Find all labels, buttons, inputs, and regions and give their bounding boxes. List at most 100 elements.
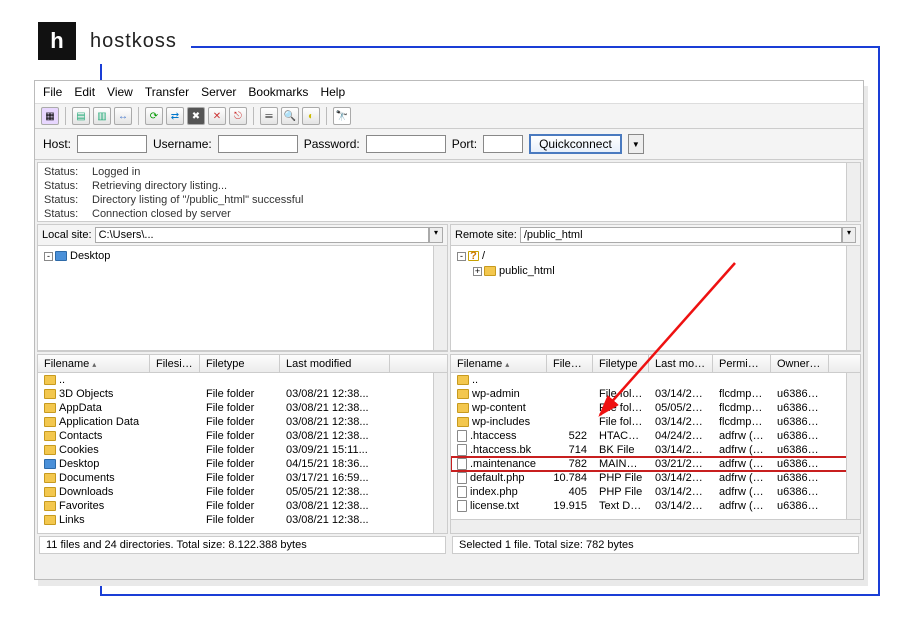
folder-icon [44, 459, 56, 469]
file-row[interactable]: DownloadsFile folder05/05/21 12:38... [38, 485, 447, 499]
expand-icon[interactable]: + [473, 267, 482, 276]
remote-files-scrollbar[interactable] [846, 373, 860, 519]
tb-search-icon[interactable]: 🔍 [281, 107, 299, 125]
menu-bookmarks[interactable]: Bookmarks [248, 85, 308, 99]
tree-node[interactable]: - Desktop [44, 249, 441, 264]
file-row[interactable]: ContactsFile folder03/08/21 12:38... [38, 429, 447, 443]
file-row[interactable]: .. [451, 373, 860, 387]
file-row[interactable]: 3D ObjectsFile folder03/08/21 12:38... [38, 387, 447, 401]
folder-icon [55, 251, 67, 261]
remote-columns[interactable]: Filename ▴FilesizeFiletypeLast modifi...… [451, 355, 860, 373]
menu-file[interactable]: File [43, 85, 62, 99]
quickconnect-dropdown[interactable]: ▼ [628, 134, 644, 154]
local-files-scrollbar[interactable] [433, 373, 447, 533]
col-last-modified[interactable]: Last modified [280, 355, 390, 373]
remote-path-dropdown[interactable]: ▾ [842, 227, 856, 243]
remote-hscrollbar[interactable] [451, 519, 860, 533]
file-row[interactable]: .maintenance782MAINTE...03/21/21 1...adf… [451, 457, 860, 471]
remote-file-listing: Filename ▴FilesizeFiletypeLast modifi...… [450, 354, 861, 534]
file-row[interactable]: wp-includesFile folder03/14/21 1...flcdm… [451, 415, 860, 429]
file-row[interactable]: CookiesFile folder03/09/21 15:11... [38, 443, 447, 457]
remote-file-body[interactable]: ..wp-adminFile folder03/14/21 1...flcdmp… [451, 373, 860, 519]
local-path-dropdown[interactable]: ▾ [429, 227, 443, 243]
local-file-body[interactable]: ..3D ObjectsFile folder03/08/21 12:38...… [38, 373, 447, 533]
remote-tree[interactable]: -?/+public_html [451, 246, 860, 351]
tree-node[interactable]: -?/ [457, 249, 854, 264]
file-row[interactable]: Application DataFile folder03/08/21 12:3… [38, 415, 447, 429]
tb-toggle2-icon[interactable]: ▥ [93, 107, 111, 125]
col-filesize[interactable]: Filesize [547, 355, 593, 373]
file-row[interactable]: index.php405PHP File03/14/21 1...adfrw (… [451, 485, 860, 499]
file-row[interactable]: license.txt19.915Text Doc...03/14/21 1..… [451, 499, 860, 513]
file-row[interactable]: wp-adminFile folder03/14/21 1...flcdmpe … [451, 387, 860, 401]
port-input[interactable] [483, 135, 523, 153]
folder-icon [44, 389, 56, 399]
file-icon [457, 444, 467, 456]
file-row[interactable]: .. [38, 373, 447, 387]
folder-icon [44, 431, 56, 441]
file-row[interactable]: .htaccess.bk714BK File03/14/21 1...adfrw… [451, 443, 860, 457]
tb-disconnect-icon[interactable]: ✕ [208, 107, 226, 125]
tb-queue-icon[interactable]: ↔ [114, 107, 132, 125]
file-row[interactable]: FavoritesFile folder03/08/21 12:38... [38, 499, 447, 513]
toolbar: ▦ ▤ ▥ ↔ ⟳ ⇄ ✖ ✕ ⎋ 𝍢 🔍 ◐ 🔭 [35, 104, 863, 129]
log-label: Status: [44, 193, 92, 207]
tb-compare-icon[interactable]: ◐ [302, 107, 320, 125]
tree-node[interactable]: +public_html [457, 264, 854, 279]
menu-transfer[interactable]: Transfer [145, 85, 189, 99]
tb-toggle1-icon[interactable]: ▤ [72, 107, 90, 125]
tb-refresh-icon[interactable]: ⟳ [145, 107, 163, 125]
menu-edit[interactable]: Edit [74, 85, 95, 99]
file-row[interactable]: LinksFile folder03/08/21 12:38... [38, 513, 447, 527]
log-label: Status: [44, 207, 92, 221]
file-row[interactable]: DocumentsFile folder03/17/21 16:59... [38, 471, 447, 485]
message-log[interactable]: Status:Logged inStatus:Retrieving direct… [37, 162, 861, 222]
tb-find-icon[interactable]: 🔭 [333, 107, 351, 125]
col-filetype[interactable]: Filetype [593, 355, 649, 373]
log-scrollbar[interactable] [846, 163, 860, 221]
file-row[interactable]: AppDataFile folder03/08/21 12:38... [38, 401, 447, 415]
expand-icon[interactable]: - [457, 252, 466, 261]
brand-logo: h hostkoss [38, 18, 191, 64]
col-filesize[interactable]: Filesize [150, 355, 200, 373]
file-icon [457, 458, 467, 470]
local-status-bar: 11 files and 24 directories. Total size:… [39, 536, 446, 554]
tb-processqueue-icon[interactable]: ⇄ [166, 107, 184, 125]
password-input[interactable] [366, 135, 446, 153]
remote-tree-scrollbar[interactable] [846, 246, 860, 350]
local-tree[interactable]: - Desktop [38, 246, 447, 351]
tb-filter-icon[interactable]: 𝍢 [260, 107, 278, 125]
quickconnect-button[interactable]: Quickconnect [529, 134, 622, 154]
tb-cancel-icon[interactable]: ✖ [187, 107, 205, 125]
col-last-modifi-[interactable]: Last modifi... [649, 355, 713, 373]
col-filetype[interactable]: Filetype [200, 355, 280, 373]
folder-icon [44, 445, 56, 455]
username-input[interactable] [218, 135, 298, 153]
local-tree-scrollbar[interactable] [433, 246, 447, 350]
local-file-listing: Filename ▴FilesizeFiletypeLast modified … [37, 354, 448, 534]
file-row[interactable]: wp-contentFile folder05/05/21 1...flcdmp… [451, 401, 860, 415]
col-owner-gr-[interactable]: Owner/Gr... [771, 355, 829, 373]
tb-sitemanager-icon[interactable]: ▦ [41, 107, 59, 125]
remote-pane: Remote site: ▾ -?/+public_html [450, 224, 861, 352]
remote-path-input[interactable] [520, 227, 842, 243]
menu-view[interactable]: View [107, 85, 133, 99]
file-row[interactable]: .htaccess522HTACCE...04/24/21 1...adfrw … [451, 429, 860, 443]
col-permissi-[interactable]: Permissi... [713, 355, 771, 373]
local-path-input[interactable] [95, 227, 429, 243]
local-columns[interactable]: Filename ▴FilesizeFiletypeLast modified [38, 355, 447, 373]
tree-label: Desktop [70, 250, 110, 262]
col-filename[interactable]: Filename ▴ [38, 355, 150, 373]
file-row[interactable]: DesktopFile folder04/15/21 18:36... [38, 457, 447, 471]
menu-server[interactable]: Server [201, 85, 236, 99]
expand-icon[interactable]: - [44, 252, 53, 261]
tb-reconnect-icon[interactable]: ⎋ [229, 107, 247, 125]
log-text: Logged in [92, 166, 140, 178]
folder-icon [44, 403, 56, 413]
menu-help[interactable]: Help [320, 85, 345, 99]
folder-icon [44, 501, 56, 511]
folder-icon [44, 487, 56, 497]
file-row[interactable]: default.php10.784PHP File03/14/21 1...ad… [451, 471, 860, 485]
col-filename[interactable]: Filename ▴ [451, 355, 547, 373]
host-input[interactable] [77, 135, 147, 153]
